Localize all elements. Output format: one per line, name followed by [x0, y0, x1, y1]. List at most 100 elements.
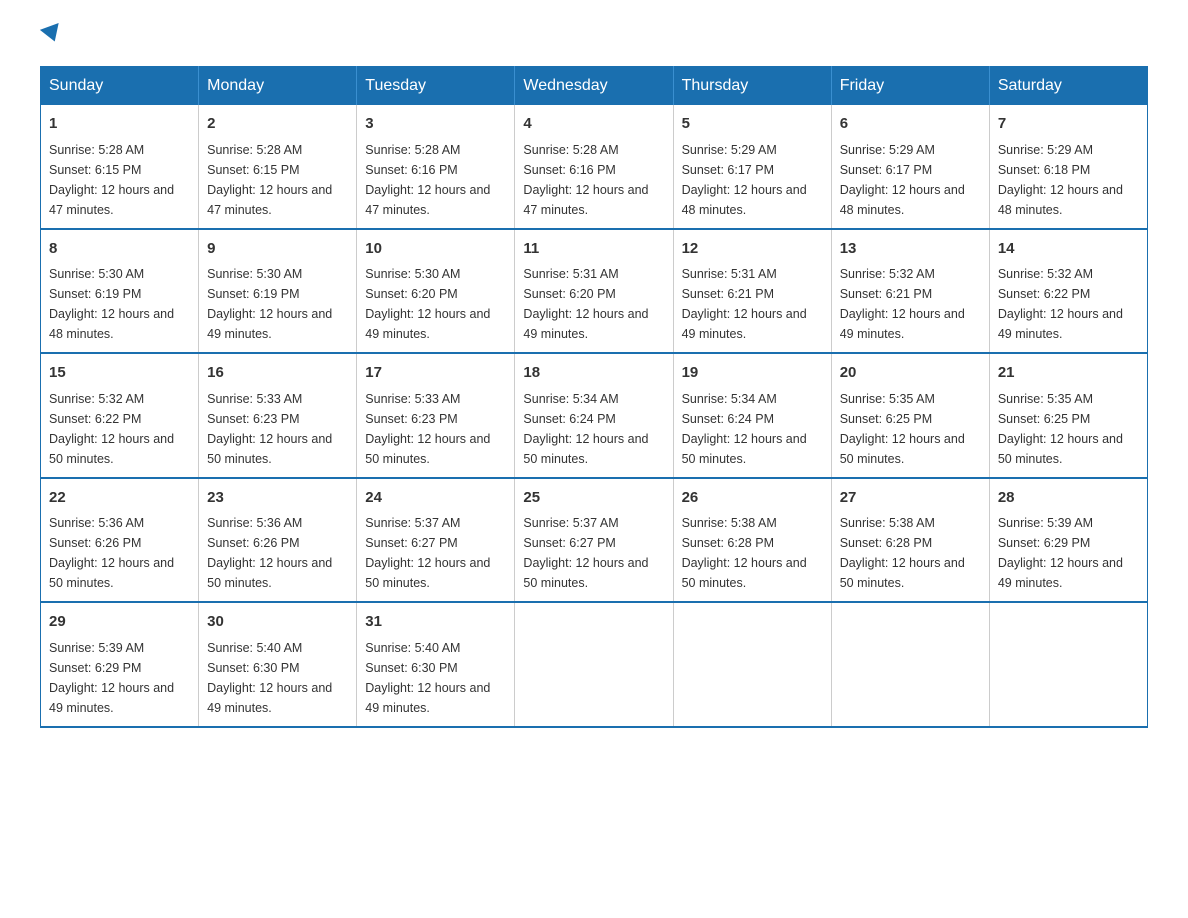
- day-info: Sunrise: 5:35 AMSunset: 6:25 PMDaylight:…: [840, 392, 965, 466]
- day-info: Sunrise: 5:39 AMSunset: 6:29 PMDaylight:…: [998, 516, 1123, 590]
- day-number: 22: [49, 487, 190, 510]
- day-number: 7: [998, 113, 1139, 136]
- day-number: 28: [998, 487, 1139, 510]
- calendar-cell: 24 Sunrise: 5:37 AMSunset: 6:27 PMDaylig…: [357, 478, 515, 603]
- calendar-cell: 19 Sunrise: 5:34 AMSunset: 6:24 PMDaylig…: [673, 353, 831, 478]
- day-info: Sunrise: 5:29 AMSunset: 6:17 PMDaylight:…: [840, 143, 965, 217]
- day-number: 8: [49, 238, 190, 261]
- calendar-cell: 14 Sunrise: 5:32 AMSunset: 6:22 PMDaylig…: [989, 229, 1147, 354]
- day-info: Sunrise: 5:31 AMSunset: 6:20 PMDaylight:…: [523, 267, 648, 341]
- day-number: 24: [365, 487, 506, 510]
- calendar-cell: 22 Sunrise: 5:36 AMSunset: 6:26 PMDaylig…: [41, 478, 199, 603]
- day-info: Sunrise: 5:31 AMSunset: 6:21 PMDaylight:…: [682, 267, 807, 341]
- day-info: Sunrise: 5:33 AMSunset: 6:23 PMDaylight:…: [365, 392, 490, 466]
- calendar-cell: 29 Sunrise: 5:39 AMSunset: 6:29 PMDaylig…: [41, 602, 199, 727]
- calendar-cell: 3 Sunrise: 5:28 AMSunset: 6:16 PMDayligh…: [357, 105, 515, 229]
- day-number: 14: [998, 238, 1139, 261]
- day-info: Sunrise: 5:28 AMSunset: 6:16 PMDaylight:…: [365, 143, 490, 217]
- calendar-cell: 8 Sunrise: 5:30 AMSunset: 6:19 PMDayligh…: [41, 229, 199, 354]
- calendar-cell: 28 Sunrise: 5:39 AMSunset: 6:29 PMDaylig…: [989, 478, 1147, 603]
- day-number: 5: [682, 113, 823, 136]
- day-info: Sunrise: 5:38 AMSunset: 6:28 PMDaylight:…: [682, 516, 807, 590]
- calendar-cell: 16 Sunrise: 5:33 AMSunset: 6:23 PMDaylig…: [199, 353, 357, 478]
- day-info: Sunrise: 5:29 AMSunset: 6:17 PMDaylight:…: [682, 143, 807, 217]
- page-header: [40, 30, 1148, 46]
- day-number: 10: [365, 238, 506, 261]
- calendar-header: SundayMondayTuesdayWednesdayThursdayFrid…: [41, 67, 1148, 106]
- day-number: 26: [682, 487, 823, 510]
- day-number: 6: [840, 113, 981, 136]
- day-info: Sunrise: 5:35 AMSunset: 6:25 PMDaylight:…: [998, 392, 1123, 466]
- calendar-cell: 31 Sunrise: 5:40 AMSunset: 6:30 PMDaylig…: [357, 602, 515, 727]
- week-row-3: 15 Sunrise: 5:32 AMSunset: 6:22 PMDaylig…: [41, 353, 1148, 478]
- day-number: 27: [840, 487, 981, 510]
- day-number: 31: [365, 611, 506, 634]
- logo-triangle-icon: [40, 23, 64, 45]
- calendar-cell: [831, 602, 989, 727]
- day-number: 25: [523, 487, 664, 510]
- weekday-friday: Friday: [831, 67, 989, 106]
- calendar-cell: 15 Sunrise: 5:32 AMSunset: 6:22 PMDaylig…: [41, 353, 199, 478]
- weekday-saturday: Saturday: [989, 67, 1147, 106]
- calendar-cell: 7 Sunrise: 5:29 AMSunset: 6:18 PMDayligh…: [989, 105, 1147, 229]
- day-info: Sunrise: 5:37 AMSunset: 6:27 PMDaylight:…: [365, 516, 490, 590]
- day-info: Sunrise: 5:34 AMSunset: 6:24 PMDaylight:…: [682, 392, 807, 466]
- day-info: Sunrise: 5:39 AMSunset: 6:29 PMDaylight:…: [49, 641, 174, 715]
- day-info: Sunrise: 5:36 AMSunset: 6:26 PMDaylight:…: [207, 516, 332, 590]
- weekday-tuesday: Tuesday: [357, 67, 515, 106]
- day-info: Sunrise: 5:30 AMSunset: 6:20 PMDaylight:…: [365, 267, 490, 341]
- calendar-cell: 9 Sunrise: 5:30 AMSunset: 6:19 PMDayligh…: [199, 229, 357, 354]
- calendar-cell: 10 Sunrise: 5:30 AMSunset: 6:20 PMDaylig…: [357, 229, 515, 354]
- calendar-cell: 25 Sunrise: 5:37 AMSunset: 6:27 PMDaylig…: [515, 478, 673, 603]
- calendar-cell: [515, 602, 673, 727]
- calendar-cell: 20 Sunrise: 5:35 AMSunset: 6:25 PMDaylig…: [831, 353, 989, 478]
- calendar-cell: 18 Sunrise: 5:34 AMSunset: 6:24 PMDaylig…: [515, 353, 673, 478]
- day-number: 30: [207, 611, 348, 634]
- calendar-cell: 23 Sunrise: 5:36 AMSunset: 6:26 PMDaylig…: [199, 478, 357, 603]
- day-info: Sunrise: 5:30 AMSunset: 6:19 PMDaylight:…: [49, 267, 174, 341]
- week-row-4: 22 Sunrise: 5:36 AMSunset: 6:26 PMDaylig…: [41, 478, 1148, 603]
- calendar-cell: 4 Sunrise: 5:28 AMSunset: 6:16 PMDayligh…: [515, 105, 673, 229]
- day-info: Sunrise: 5:29 AMSunset: 6:18 PMDaylight:…: [998, 143, 1123, 217]
- calendar-cell: 27 Sunrise: 5:38 AMSunset: 6:28 PMDaylig…: [831, 478, 989, 603]
- day-number: 11: [523, 238, 664, 261]
- day-info: Sunrise: 5:28 AMSunset: 6:15 PMDaylight:…: [49, 143, 174, 217]
- day-info: Sunrise: 5:37 AMSunset: 6:27 PMDaylight:…: [523, 516, 648, 590]
- week-row-5: 29 Sunrise: 5:39 AMSunset: 6:29 PMDaylig…: [41, 602, 1148, 727]
- day-number: 18: [523, 362, 664, 385]
- day-number: 13: [840, 238, 981, 261]
- calendar-cell: [673, 602, 831, 727]
- day-info: Sunrise: 5:36 AMSunset: 6:26 PMDaylight:…: [49, 516, 174, 590]
- calendar-table: SundayMondayTuesdayWednesdayThursdayFrid…: [40, 66, 1148, 728]
- calendar-cell: 11 Sunrise: 5:31 AMSunset: 6:20 PMDaylig…: [515, 229, 673, 354]
- calendar-cell: 26 Sunrise: 5:38 AMSunset: 6:28 PMDaylig…: [673, 478, 831, 603]
- week-row-2: 8 Sunrise: 5:30 AMSunset: 6:19 PMDayligh…: [41, 229, 1148, 354]
- day-info: Sunrise: 5:32 AMSunset: 6:22 PMDaylight:…: [998, 267, 1123, 341]
- day-number: 23: [207, 487, 348, 510]
- day-number: 4: [523, 113, 664, 136]
- day-info: Sunrise: 5:33 AMSunset: 6:23 PMDaylight:…: [207, 392, 332, 466]
- calendar-cell: 13 Sunrise: 5:32 AMSunset: 6:21 PMDaylig…: [831, 229, 989, 354]
- calendar-cell: 17 Sunrise: 5:33 AMSunset: 6:23 PMDaylig…: [357, 353, 515, 478]
- day-info: Sunrise: 5:40 AMSunset: 6:30 PMDaylight:…: [207, 641, 332, 715]
- day-number: 16: [207, 362, 348, 385]
- day-number: 19: [682, 362, 823, 385]
- day-number: 29: [49, 611, 190, 634]
- day-info: Sunrise: 5:32 AMSunset: 6:21 PMDaylight:…: [840, 267, 965, 341]
- weekday-header-row: SundayMondayTuesdayWednesdayThursdayFrid…: [41, 67, 1148, 106]
- calendar-cell: 6 Sunrise: 5:29 AMSunset: 6:17 PMDayligh…: [831, 105, 989, 229]
- calendar-cell: 2 Sunrise: 5:28 AMSunset: 6:15 PMDayligh…: [199, 105, 357, 229]
- day-number: 3: [365, 113, 506, 136]
- weekday-wednesday: Wednesday: [515, 67, 673, 106]
- week-row-1: 1 Sunrise: 5:28 AMSunset: 6:15 PMDayligh…: [41, 105, 1148, 229]
- day-number: 9: [207, 238, 348, 261]
- weekday-monday: Monday: [199, 67, 357, 106]
- calendar-cell: [989, 602, 1147, 727]
- calendar-cell: 12 Sunrise: 5:31 AMSunset: 6:21 PMDaylig…: [673, 229, 831, 354]
- day-number: 17: [365, 362, 506, 385]
- weekday-thursday: Thursday: [673, 67, 831, 106]
- day-info: Sunrise: 5:40 AMSunset: 6:30 PMDaylight:…: [365, 641, 490, 715]
- day-info: Sunrise: 5:32 AMSunset: 6:22 PMDaylight:…: [49, 392, 174, 466]
- calendar-body: 1 Sunrise: 5:28 AMSunset: 6:15 PMDayligh…: [41, 105, 1148, 727]
- day-info: Sunrise: 5:28 AMSunset: 6:16 PMDaylight:…: [523, 143, 648, 217]
